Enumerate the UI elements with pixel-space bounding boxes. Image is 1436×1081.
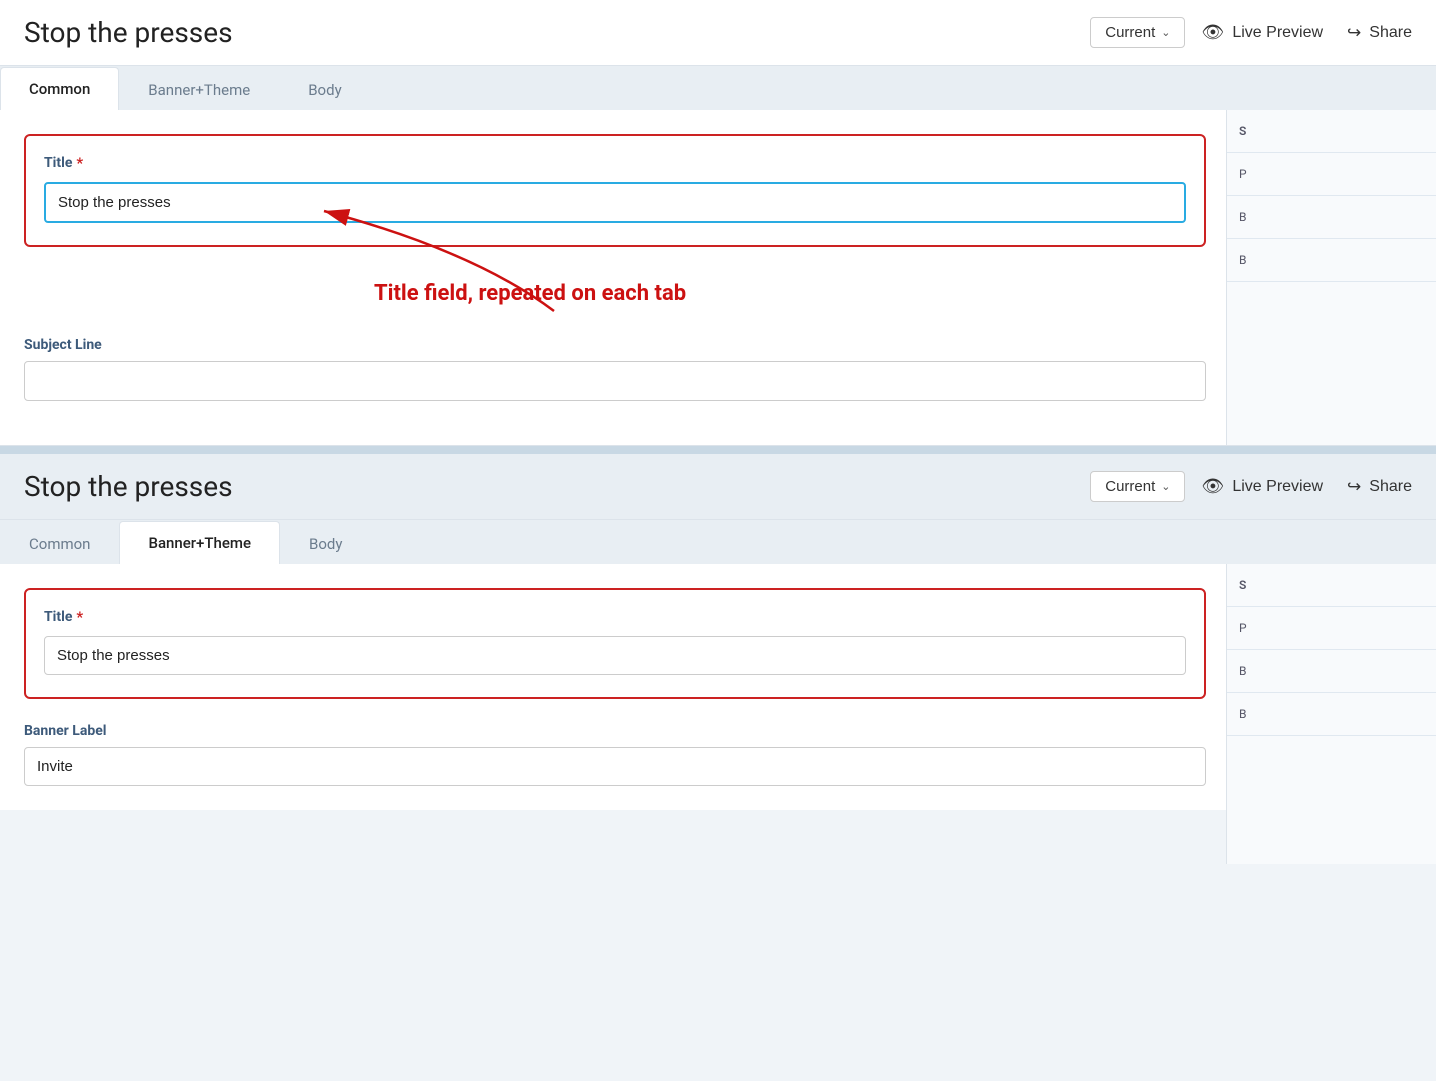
- title-field-section-1: Title *: [24, 134, 1206, 247]
- banner-label: Banner Label: [24, 723, 1206, 739]
- panel-2: Stop the presses Current ⌄ 👁 Live Previe…: [0, 454, 1436, 810]
- current-label-2: Current: [1105, 478, 1155, 495]
- tab-body-1[interactable]: Body: [279, 68, 370, 111]
- chevron-down-icon-2: ⌄: [1161, 480, 1170, 493]
- annotation-text: Title field, repeated on each tab: [374, 281, 1126, 306]
- eye-icon-2: 👁: [1201, 476, 1224, 497]
- current-label-1: Current: [1105, 24, 1155, 41]
- right-sidebar-2: S P B B: [1226, 564, 1436, 864]
- title-label-1: Title *: [44, 154, 1186, 172]
- live-preview-label-1: Live Preview: [1232, 24, 1323, 42]
- share-button-2[interactable]: ↪ Share: [1347, 477, 1412, 497]
- tab-common-1[interactable]: Common: [0, 67, 119, 111]
- sidebar-item-b2: B: [1227, 239, 1436, 282]
- panel-2-header: Stop the presses Current ⌄ 👁 Live Previe…: [0, 454, 1436, 520]
- tab-common-2[interactable]: Common: [0, 522, 119, 565]
- live-preview-label-2: Live Preview: [1232, 478, 1323, 496]
- title-field-section-2: Title *: [24, 588, 1206, 699]
- tab-content-2: Title * Banner Label S P B B: [0, 564, 1436, 810]
- subject-input-1[interactable]: [24, 361, 1206, 401]
- subject-label-1: Subject Line: [24, 337, 1206, 353]
- header-right-1: 👁 Live Preview ↪ Share: [1201, 22, 1412, 43]
- current-dropdown-2[interactable]: Current ⌄: [1090, 471, 1185, 502]
- sidebar2-item-b1: B: [1227, 650, 1436, 693]
- share-icon-1: ↪: [1347, 23, 1361, 43]
- live-preview-button-2[interactable]: 👁 Live Preview: [1201, 476, 1323, 497]
- sidebar2-item-s: S: [1227, 564, 1436, 607]
- page-title-1: Stop the presses: [24, 16, 1074, 49]
- share-icon-2: ↪: [1347, 477, 1361, 497]
- sidebar-item-s: S: [1227, 110, 1436, 153]
- tabs-bar-2: Common Banner+Theme Body: [0, 520, 1436, 564]
- required-star-2: *: [76, 608, 83, 626]
- tab-banner-theme-2[interactable]: Banner+Theme: [119, 521, 280, 565]
- banner-field-section: Banner Label: [24, 723, 1206, 786]
- share-label-2: Share: [1369, 478, 1412, 496]
- sidebar2-item-b2: B: [1227, 693, 1436, 736]
- page-title-2: Stop the presses: [24, 470, 1074, 503]
- header-right-2: 👁 Live Preview ↪ Share: [1201, 476, 1412, 497]
- right-sidebar-1: S P B B: [1226, 110, 1436, 445]
- sidebar-item-b1: B: [1227, 196, 1436, 239]
- panel-1-header: Stop the presses Current ⌄ 👁 Live Previe…: [0, 0, 1436, 66]
- title-input-1[interactable]: [44, 182, 1186, 223]
- share-label-1: Share: [1369, 24, 1412, 42]
- panel-divider: [0, 446, 1436, 454]
- subject-field-section-1: Subject Line: [24, 337, 1206, 401]
- current-dropdown-1[interactable]: Current ⌄: [1090, 17, 1185, 48]
- sidebar-item-p: P: [1227, 153, 1436, 196]
- title-label-2: Title *: [44, 608, 1186, 626]
- tabs-bar-1: Common Banner+Theme Body: [0, 66, 1436, 110]
- tab-banner-theme-1[interactable]: Banner+Theme: [119, 68, 279, 111]
- banner-input[interactable]: [24, 747, 1206, 786]
- panel-1: Stop the presses Current ⌄ 👁 Live Previe…: [0, 0, 1436, 446]
- tab-content-1: Title * Title field, repeated: [0, 110, 1436, 445]
- chevron-down-icon-1: ⌄: [1161, 26, 1170, 39]
- sidebar2-item-p: P: [1227, 607, 1436, 650]
- share-button-1[interactable]: ↪ Share: [1347, 23, 1412, 43]
- live-preview-button-1[interactable]: 👁 Live Preview: [1201, 22, 1323, 43]
- required-star-1: *: [76, 154, 83, 172]
- tab-body-2[interactable]: Body: [280, 522, 371, 565]
- title-input-2[interactable]: [44, 636, 1186, 675]
- eye-icon-1: 👁: [1201, 22, 1224, 43]
